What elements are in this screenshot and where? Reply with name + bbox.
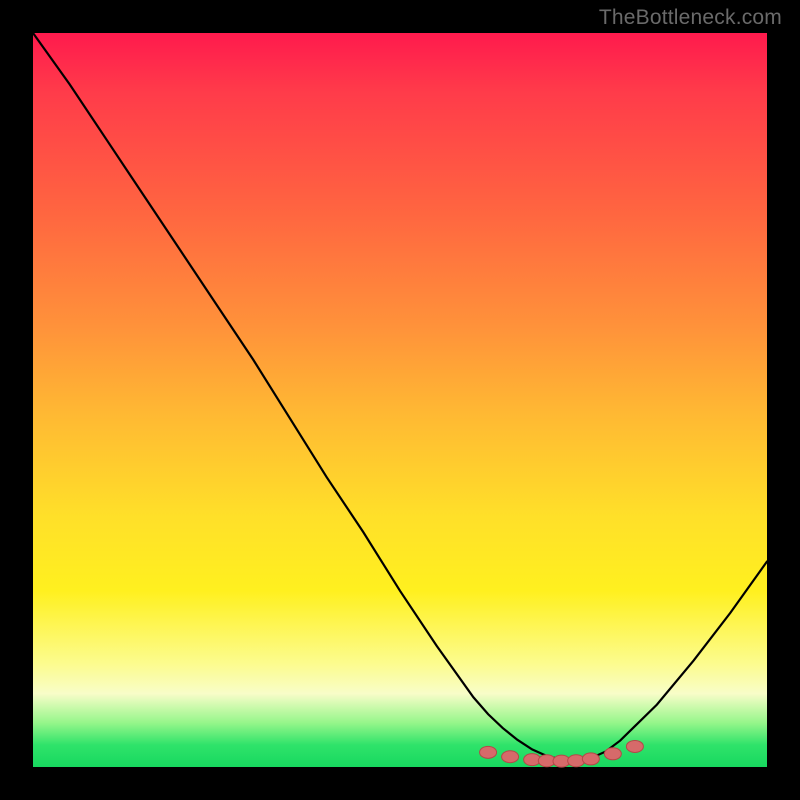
- chart-frame: TheBottleneck.com: [0, 0, 800, 800]
- data-points-group: [480, 740, 644, 767]
- watermark-text: TheBottleneck.com: [599, 6, 782, 30]
- data-point: [626, 740, 643, 752]
- data-point: [568, 755, 585, 767]
- data-point: [502, 751, 519, 763]
- chart-svg: [33, 33, 767, 767]
- data-point: [604, 748, 621, 760]
- data-point: [582, 753, 599, 765]
- bottleneck-curve: [33, 33, 767, 761]
- data-point: [480, 746, 497, 758]
